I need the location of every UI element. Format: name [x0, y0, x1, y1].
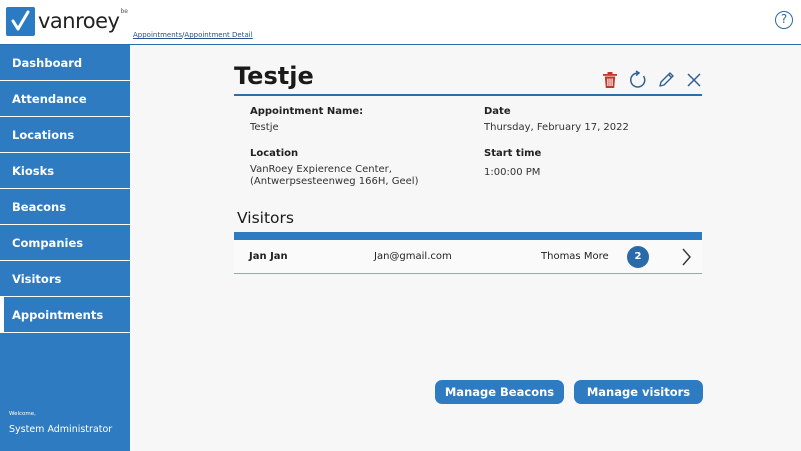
- start-time-value: 1:00:00 PM: [484, 167, 541, 178]
- location-label: Location: [250, 148, 299, 159]
- table-row[interactable]: Jan Jan Jan@gmail.com Thomas More 2: [234, 240, 702, 274]
- chevron-right-icon[interactable]: [679, 247, 693, 271]
- visitors-heading: Visitors: [237, 209, 294, 227]
- sidebar-item-locations[interactable]: Locations: [0, 117, 130, 153]
- visitor-name: Jan Jan: [249, 251, 288, 262]
- refresh-icon[interactable]: [628, 70, 648, 90]
- breadcrumb-appointments[interactable]: Appointments: [133, 31, 182, 39]
- sidebar-item-companies[interactable]: Companies: [0, 225, 130, 261]
- visitors-table-header: [234, 232, 702, 240]
- main-content: Testje Appointment Name: Testje Date Thu…: [130, 45, 801, 451]
- location-value-line2: (Antwerpsesteenweg 166H, Geel): [250, 176, 419, 187]
- edit-icon[interactable]: [656, 70, 676, 90]
- appointment-name-value: Testje: [250, 122, 279, 133]
- close-icon[interactable]: [684, 70, 704, 90]
- manage-visitors-button[interactable]: Manage visitors: [574, 380, 703, 404]
- breadcrumb: Appointments/Appointment Detail: [133, 31, 253, 39]
- visitor-company: Thomas More: [541, 251, 609, 262]
- start-time-label: Start time: [484, 148, 542, 159]
- sidebar-item-attendance[interactable]: Attendance: [0, 81, 130, 117]
- visitor-count-badge: 2: [627, 246, 649, 268]
- user-name: System Administrator: [9, 424, 113, 435]
- date-value: Thursday, February 17, 2022: [484, 122, 629, 133]
- visitor-email: Jan@gmail.com: [374, 251, 452, 262]
- manage-beacons-button[interactable]: Manage Beacons: [435, 380, 564, 404]
- action-toolbar: [600, 70, 704, 90]
- date-label: Date: [484, 106, 511, 117]
- appointment-name-label: Appointment Name:: [250, 106, 364, 117]
- vanroey-logo[interactable]: vanroey be: [6, 6, 128, 36]
- welcome-label: Welcome,: [9, 411, 36, 417]
- sidebar-item-appointments[interactable]: Appointments: [0, 297, 130, 333]
- delete-icon[interactable]: [600, 70, 620, 90]
- logo-check-icon: [6, 6, 35, 36]
- logo-suffix: be: [120, 7, 128, 15]
- sidebar: Dashboard Attendance Locations Kiosks Be…: [0, 45, 130, 451]
- help-icon[interactable]: ?: [775, 11, 793, 29]
- sidebar-item-dashboard[interactable]: Dashboard: [0, 45, 130, 81]
- location-value-line1: VanRoey Expierence Center,: [250, 164, 392, 175]
- page-title: Testje: [234, 62, 314, 90]
- title-divider: [234, 94, 702, 96]
- logo-text: vanroey: [38, 9, 120, 33]
- top-header: vanroey be Appointments/Appointment Deta…: [0, 0, 801, 45]
- sidebar-item-beacons[interactable]: Beacons: [0, 189, 130, 225]
- breadcrumb-appointment-detail[interactable]: Appointment Detail: [184, 31, 252, 39]
- sidebar-item-visitors[interactable]: Visitors: [0, 261, 130, 297]
- sidebar-item-kiosks[interactable]: Kiosks: [0, 153, 130, 189]
